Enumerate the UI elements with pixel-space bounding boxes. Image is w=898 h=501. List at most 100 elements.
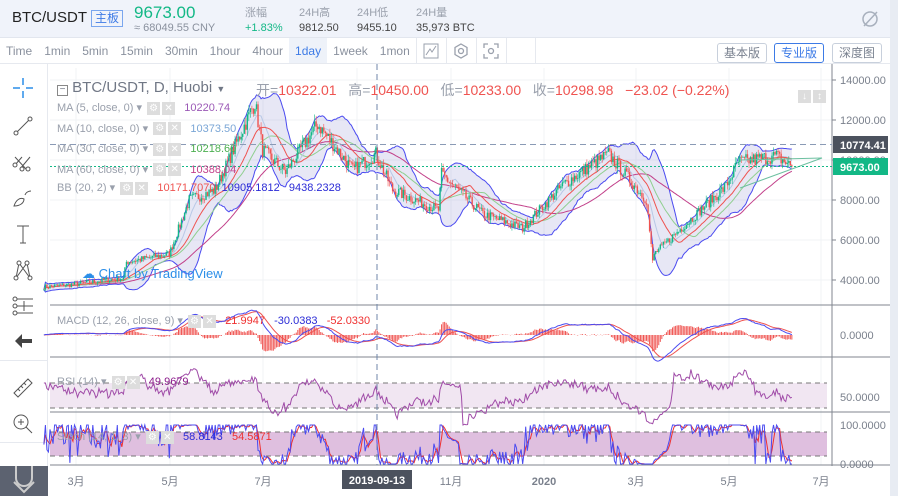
candle xyxy=(681,229,683,232)
scrollbar[interactable] xyxy=(890,0,898,496)
candle xyxy=(356,161,359,174)
candle xyxy=(509,224,512,227)
stoch-label[interactable]: Stoch (14, 1, 3) xyxy=(57,431,132,443)
candle xyxy=(147,257,149,258)
candle xyxy=(131,261,134,263)
ma-label[interactable]: MA (10, close, 0) xyxy=(57,123,140,135)
close-icon[interactable]: ✕ xyxy=(160,430,174,444)
ma-label[interactable]: MA (5, close, 0) xyxy=(57,102,133,114)
candle xyxy=(789,160,792,166)
candle xyxy=(469,195,472,197)
candle xyxy=(768,161,770,163)
candle xyxy=(341,157,343,160)
candle xyxy=(616,158,619,169)
gear-icon[interactable]: ⚙ xyxy=(147,101,161,115)
close-icon[interactable]: ✕ xyxy=(135,181,149,195)
candle xyxy=(246,114,249,130)
close-icon[interactable]: ✕ xyxy=(203,314,217,328)
candle xyxy=(333,149,336,152)
candle xyxy=(598,155,600,161)
legend-main: − BTC/USDT, D, Huobi ▼ xyxy=(57,79,225,96)
candle xyxy=(200,198,203,202)
candle xyxy=(70,283,73,287)
candle xyxy=(707,200,709,201)
candle xyxy=(269,149,271,154)
close-icon[interactable]: ✕ xyxy=(162,101,176,115)
candle xyxy=(505,220,507,224)
macd-label[interactable]: MACD (12, 26, close, 9) xyxy=(57,315,174,327)
candle xyxy=(306,137,308,147)
candle xyxy=(419,196,421,202)
candle xyxy=(563,181,565,183)
candle xyxy=(326,133,328,136)
gear-icon[interactable]: ⚙ xyxy=(188,314,202,328)
close-icon[interactable]: ✕ xyxy=(126,375,140,389)
candle xyxy=(336,147,339,155)
gear-icon[interactable]: ⚙ xyxy=(120,181,134,195)
candle xyxy=(746,154,749,158)
candle xyxy=(197,194,200,200)
candle xyxy=(560,186,562,189)
candle xyxy=(690,217,692,224)
time-tick-label: 3月 xyxy=(627,476,644,488)
gear-icon[interactable]: ⚙ xyxy=(145,430,159,444)
candle xyxy=(609,148,611,151)
collapse-icon[interactable]: − xyxy=(57,85,68,96)
price-tick-label: 12000.00 xyxy=(840,115,886,127)
candle xyxy=(43,289,45,291)
gear-icon[interactable]: ⚙ xyxy=(153,142,167,156)
candle xyxy=(268,147,270,150)
candle xyxy=(583,167,585,175)
close-icon[interactable]: ✕ xyxy=(168,163,182,177)
gear-icon[interactable]: ⚙ xyxy=(111,375,125,389)
bb-label[interactable]: BB (20, 2) xyxy=(57,182,107,194)
candle xyxy=(700,206,703,216)
candle xyxy=(641,192,643,198)
candle xyxy=(488,212,490,221)
candle xyxy=(387,170,389,182)
candle xyxy=(372,163,374,164)
candle xyxy=(408,196,411,200)
tradingview-watermark[interactable]: ☁ Chart by TradingView xyxy=(82,266,223,282)
arrow-updown-icon[interactable]: ↕ xyxy=(813,90,826,103)
candle xyxy=(339,148,342,158)
candle xyxy=(173,242,175,250)
ma-label[interactable]: MA (60, close, 0) xyxy=(57,164,140,176)
candle xyxy=(551,194,553,198)
candle xyxy=(763,153,766,155)
gear-icon[interactable]: ⚙ xyxy=(153,122,167,136)
candle xyxy=(203,199,206,201)
candle xyxy=(76,282,79,286)
candle xyxy=(606,151,608,153)
close-icon[interactable]: ✕ xyxy=(168,122,182,136)
candle xyxy=(44,284,47,290)
close-icon[interactable]: ✕ xyxy=(168,142,182,156)
candle xyxy=(599,154,602,161)
time-tick-label: 7月 xyxy=(254,476,271,488)
candle xyxy=(264,145,267,148)
price-chart[interactable]: 14000.0012000.0010000.008000.006000.0040… xyxy=(0,0,890,496)
candle xyxy=(722,187,724,192)
candle xyxy=(480,207,483,209)
candle xyxy=(413,201,415,204)
candle xyxy=(436,205,438,207)
candle xyxy=(708,200,710,208)
candle xyxy=(170,247,172,257)
candle xyxy=(752,154,755,163)
candle xyxy=(537,214,539,217)
candle xyxy=(733,165,735,178)
rsi-label[interactable]: RSI (14) xyxy=(57,376,98,388)
candle xyxy=(237,136,239,142)
legend-ma: MA (60, close, 0) ▾ ⚙ ✕ 10388.04 xyxy=(57,163,237,177)
symbol-title[interactable]: BTC/USDT, D, Huobi xyxy=(72,79,212,96)
arrow-down-icon[interactable]: ↓ xyxy=(798,90,811,103)
candle xyxy=(719,188,721,198)
candle xyxy=(508,223,510,225)
candle xyxy=(72,283,74,285)
ma-label[interactable]: MA (30, close, 0) xyxy=(57,143,140,155)
dropdown-icon[interactable]: ▼ xyxy=(216,84,225,94)
candle xyxy=(414,198,417,202)
candle xyxy=(254,109,256,114)
candle xyxy=(427,210,429,211)
gear-icon[interactable]: ⚙ xyxy=(153,163,167,177)
